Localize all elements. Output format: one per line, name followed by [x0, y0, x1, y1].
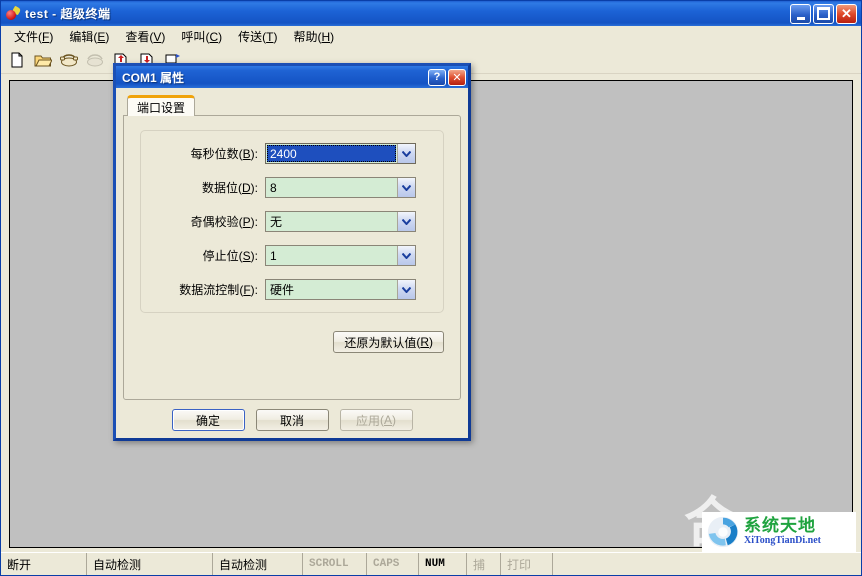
- chevron-down-icon[interactable]: [397, 212, 415, 231]
- new-document-icon[interactable]: [5, 49, 29, 71]
- combo-data-bits[interactable]: 8: [265, 177, 416, 198]
- combo-flow-control-value: 硬件: [266, 280, 397, 299]
- call-phone-icon[interactable]: [57, 49, 81, 71]
- combo-stop-bits[interactable]: 1: [265, 245, 416, 266]
- menu-item-file[interactable]: 文件(F): [6, 26, 61, 47]
- dialog-titlebar: COM1 属性 ? ✕: [116, 66, 468, 88]
- dialog-footer: 确定 取消 应用(A): [123, 400, 461, 431]
- label-flow-control: 数据流控制(F):: [147, 281, 265, 298]
- tabstrip: 端口设置: [123, 94, 461, 116]
- field-bits-per-second: 每秒位数(B): 2400: [147, 143, 429, 164]
- status-scroll: SCROLL: [303, 553, 367, 575]
- close-button[interactable]: ✕: [836, 4, 857, 24]
- help-button[interactable]: ?: [428, 69, 446, 86]
- ok-button[interactable]: 确定: [172, 409, 245, 431]
- combo-data-bits-value: 8: [266, 178, 397, 197]
- field-flow-control: 数据流控制(F): 硬件: [147, 279, 429, 300]
- window-controls: ✕: [790, 4, 857, 24]
- combo-bits-per-second[interactable]: 2400: [265, 143, 416, 164]
- tab-port-settings[interactable]: 端口设置: [127, 95, 195, 116]
- combo-flow-control[interactable]: 硬件: [265, 279, 416, 300]
- apply-button: 应用(A): [340, 409, 413, 431]
- combo-parity[interactable]: 无: [265, 211, 416, 232]
- menu-item-view[interactable]: 查看(V): [117, 26, 173, 47]
- chevron-down-icon[interactable]: [397, 246, 415, 265]
- combo-bits-per-second-value: 2400: [267, 145, 396, 162]
- window-title: test - 超级终端: [25, 5, 790, 22]
- window-titlebar: test - 超级终端 ✕: [1, 1, 861, 26]
- dialog-title: COM1 属性: [122, 69, 426, 86]
- field-stop-bits: 停止位(S): 1: [147, 245, 429, 266]
- menu-item-edit[interactable]: 编辑(E): [61, 26, 117, 47]
- dialog-close-button[interactable]: ✕: [448, 69, 466, 86]
- port-settings-group: 每秒位数(B): 2400 数据位(D):: [140, 130, 444, 313]
- restore-defaults-row: 还原为默认值(R): [140, 331, 444, 353]
- status-detect-protocol: 自动检测: [87, 553, 213, 575]
- cancel-button[interactable]: 取消: [256, 409, 329, 431]
- open-folder-icon[interactable]: [31, 49, 55, 71]
- status-connection: 断开: [1, 553, 87, 575]
- label-bits-per-second: 每秒位数(B):: [147, 145, 265, 162]
- field-data-bits: 数据位(D): 8: [147, 177, 429, 198]
- label-parity: 奇偶校验(P):: [147, 213, 265, 230]
- com1-properties-dialog: COM1 属性 ? ✕ 端口设置 每秒位数(B): 2400: [113, 63, 471, 441]
- status-print: 打印: [501, 553, 553, 575]
- chevron-down-icon[interactable]: [397, 178, 415, 197]
- dialog-body: 端口设置 每秒位数(B): 2400: [116, 88, 468, 438]
- status-detect-speed: 自动检测: [213, 553, 303, 575]
- status-num: NUM: [419, 553, 467, 575]
- menu-item-help[interactable]: 帮助(H): [285, 26, 342, 47]
- menu-item-call[interactable]: 呼叫(C): [173, 26, 230, 47]
- restore-defaults-button[interactable]: 还原为默认值(R): [333, 331, 444, 353]
- hyperterminal-icon: [5, 6, 21, 22]
- status-caps: CAPS: [367, 553, 419, 575]
- field-parity: 奇偶校验(P): 无: [147, 211, 429, 232]
- combo-parity-value: 无: [266, 212, 397, 231]
- combo-stop-bits-value: 1: [266, 246, 397, 265]
- hangup-phone-icon: [83, 49, 107, 71]
- label-data-bits: 数据位(D):: [147, 179, 265, 196]
- statusbar: 断开 自动检测 自动检测 SCROLL CAPS NUM 捕 打印: [1, 552, 861, 575]
- chevron-down-icon[interactable]: [397, 144, 415, 163]
- minimize-button[interactable]: [790, 4, 811, 24]
- status-filler: [553, 553, 861, 575]
- chevron-down-icon[interactable]: [397, 280, 415, 299]
- menubar: 文件(F) 编辑(E) 查看(V) 呼叫(C) 传送(T) 帮助(H): [1, 26, 861, 47]
- label-stop-bits: 停止位(S):: [147, 247, 265, 264]
- tab-page-port-settings: 每秒位数(B): 2400 数据位(D):: [123, 115, 461, 400]
- screen: test - 超级终端 ✕ 文件(F) 编辑(E) 查看(V) 呼叫(C) 传送…: [0, 0, 862, 576]
- maximize-button[interactable]: [813, 4, 834, 24]
- status-capture: 捕: [467, 553, 501, 575]
- menu-item-transfer[interactable]: 传送(T): [230, 26, 285, 47]
